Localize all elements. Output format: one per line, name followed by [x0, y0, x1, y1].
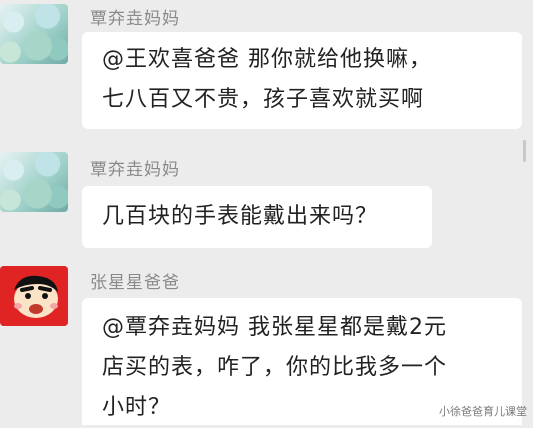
shin-chan-avatar[interactable]	[0, 266, 68, 326]
leaf-photo-avatar[interactable]	[0, 152, 68, 212]
message-line: @王欢喜爸爸 那你就给他换嘛，	[102, 47, 432, 72]
message-bubble[interactable]: 几百块的手表能戴出来吗？	[82, 186, 432, 248]
message-bubble[interactable]: @王欢喜爸爸 那你就给他换嘛， 七八百又不贵，孩子喜欢就买啊	[82, 32, 522, 129]
message-line: 七八百又不贵，孩子喜欢就买啊	[102, 87, 425, 112]
sender-name: 张星星爸爸	[90, 273, 180, 293]
scrollbar[interactable]	[523, 140, 526, 162]
message-line: @覃㚏垚妈妈 我张星星都是戴2元	[102, 315, 447, 340]
chat-window: 覃㚏垚妈妈 @王欢喜爸爸 那你就给他换嘛， 七八百又不贵，孩子喜欢就买啊 覃㚏垚…	[0, 0, 533, 425]
sender-name: 覃㚏垚妈妈	[90, 9, 180, 29]
sender-name: 覃㚏垚妈妈	[90, 160, 180, 180]
message-line: 店买的表，咋了，你的比我多一个	[102, 355, 448, 380]
watermark: 小徐爸爸育儿课堂	[439, 405, 527, 418]
shin-chan-face-icon	[0, 266, 68, 326]
message-line: 几百块的手表能戴出来吗？	[102, 204, 379, 229]
leaf-photo-avatar[interactable]	[0, 4, 68, 64]
